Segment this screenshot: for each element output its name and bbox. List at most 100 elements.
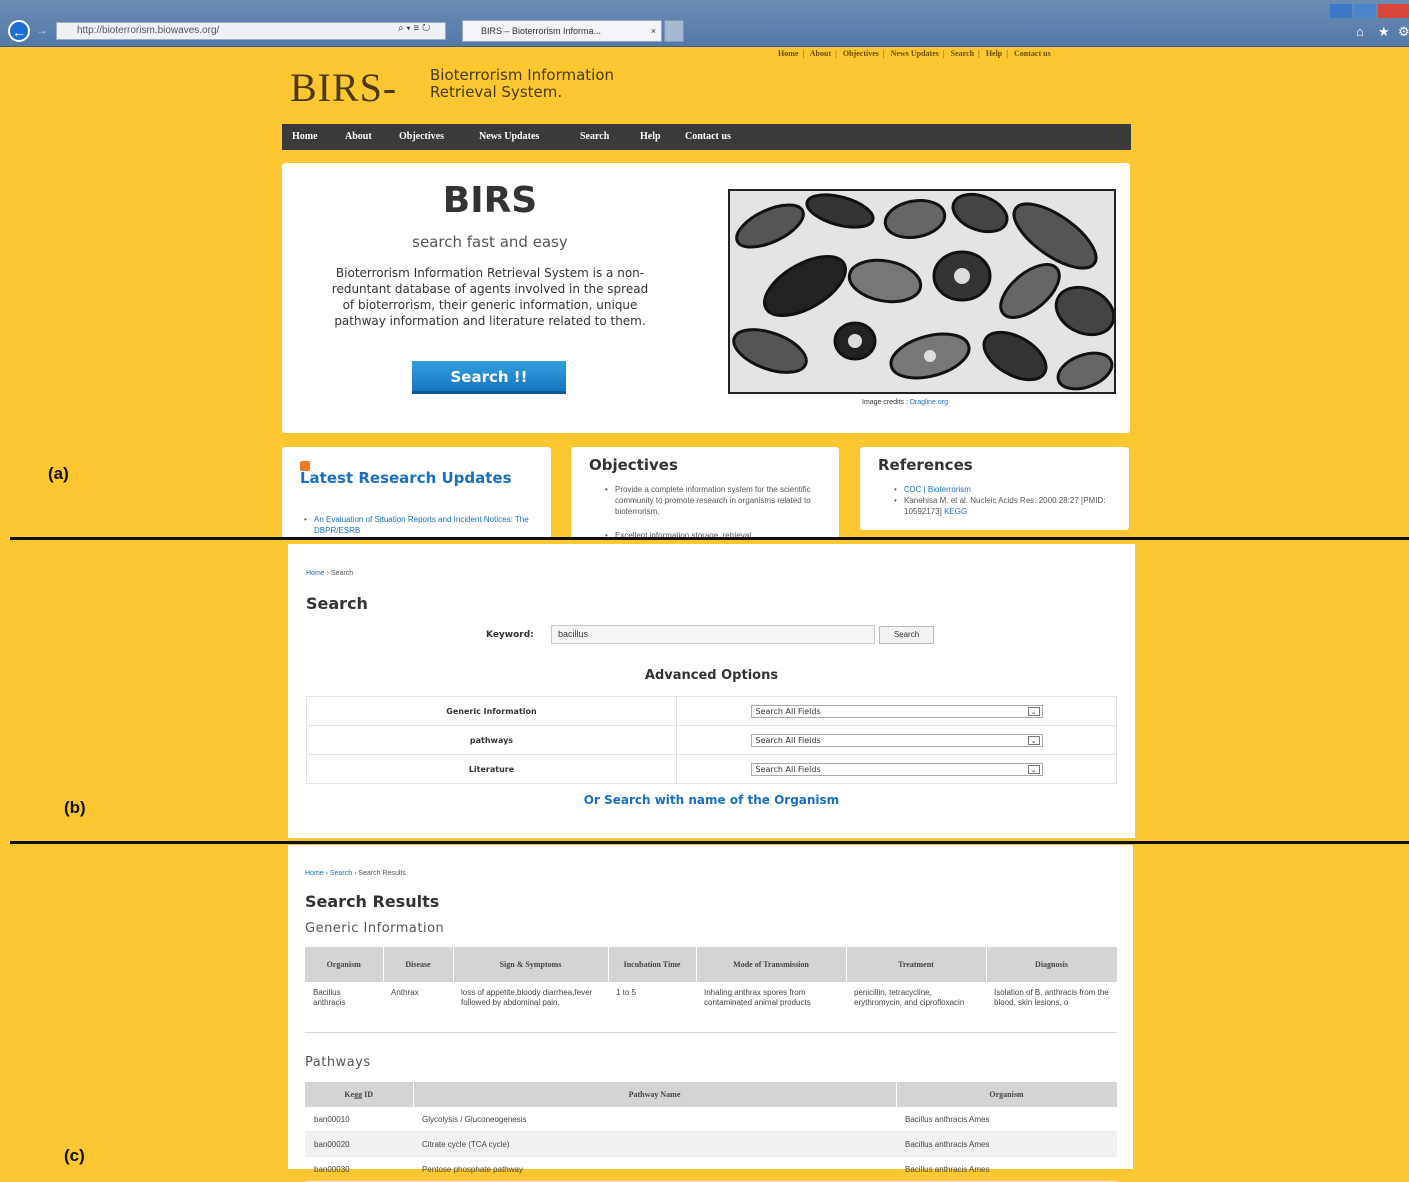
hero-search-button[interactable]: Search !! (412, 361, 566, 394)
breadcrumb-search[interactable]: Search (330, 870, 352, 877)
objectives-title: Objectives (589, 456, 678, 474)
keyword-label: Keyword: (486, 630, 534, 640)
table-cell: ban00030 (305, 1156, 413, 1182)
back-arrow-icon[interactable]: ← (8, 20, 30, 42)
logo-subtitle-line2: Retrieval System. (430, 83, 563, 101)
table-row[interactable]: ban00020 Citrate cycle (TCA cycle) Bacil… (305, 1131, 1117, 1157)
table-cell: Bacillus anthracis Ames (896, 1107, 1117, 1132)
browser-tab[interactable]: BIRS – Bioterrorism Informa... × (462, 20, 662, 42)
new-tab-button[interactable] (664, 20, 684, 42)
maximize-button[interactable] (1354, 4, 1376, 18)
column-header[interactable]: Disease (383, 947, 454, 982)
breadcrumb-home[interactable]: Home (305, 870, 324, 877)
column-header[interactable]: Organism (305, 947, 384, 982)
home-icon[interactable]: ⌂ (1356, 24, 1364, 39)
divider-a-b (10, 537, 1409, 540)
table-header-row: Kegg ID Pathway Name Organism (305, 1082, 1118, 1107)
top-link-home[interactable]: Home (778, 49, 798, 58)
references-card: References • CDC | Bioterrorism • Kanehi… (860, 447, 1129, 530)
organism-search-link[interactable]: Or Search with name of the Organism (288, 793, 1135, 807)
nav-help[interactable]: Help (640, 124, 661, 150)
top-link-news[interactable]: News Updates (891, 49, 939, 58)
column-header[interactable]: Organism (896, 1082, 1118, 1107)
tab-close-icon[interactable]: × (651, 21, 656, 41)
reference-link-cdc[interactable]: CDC | Bioterrorism (904, 485, 971, 494)
address-controls[interactable]: ⌕ ▾ ≡ ↻ (398, 23, 460, 39)
latest-updates-title[interactable]: Latest Research Updates (300, 471, 520, 486)
nav-contact[interactable]: Contact us (685, 124, 731, 150)
address-bar[interactable]: http://bioterrorism.biowaves.org/ (56, 22, 446, 40)
bacteria-micrograph (730, 191, 1114, 392)
nav-news-updates[interactable]: News Updates (479, 124, 539, 150)
column-header[interactable]: Diagnosis (986, 947, 1118, 982)
option-row-literature: Literature Search All Fields ⌄ (306, 754, 1117, 784)
top-link-objectives[interactable]: Objectives (843, 49, 879, 58)
advanced-options-title: Advanced Options (644, 668, 779, 683)
minimize-button[interactable] (1330, 4, 1352, 18)
table-cell: Pentose phosphate pathway (413, 1156, 896, 1182)
top-link-search[interactable]: Search (951, 49, 974, 58)
objectives-item-1: • Provide a complete information system … (605, 485, 811, 516)
reference-item-2: • Kanehisa M. et al. Nucleic Acids Res. … (894, 496, 1106, 516)
breadcrumb: Home › Search › Search Results (305, 870, 406, 877)
pathways-table: Kegg ID Pathway Name Organism ban00010 G… (305, 1082, 1118, 1182)
breadcrumb: Home › Search (306, 570, 354, 577)
search-button[interactable]: Search (879, 626, 934, 644)
page-title: Search Results (305, 892, 440, 911)
top-links: Home | About | Objectives | News Updates | S… (778, 49, 1051, 58)
chevron-down-icon: ⌄ (1027, 764, 1040, 774)
tab-title: BIRS – Bioterrorism Informa... (481, 26, 602, 36)
nav-search[interactable]: Search (580, 124, 609, 150)
chevron-down-icon: ⌄ (1027, 735, 1040, 745)
panel-label-a: (a) (48, 464, 69, 483)
table-row[interactable]: ban00030 Pentose phosphate pathway Bacil… (305, 1156, 1117, 1182)
chevron-down-icon: ⌄ (1027, 706, 1040, 716)
forward-arrow-icon[interactable]: → (36, 23, 50, 37)
table-row[interactable]: ban00010 Glycolysis / Gluconeogenesis Ba… (305, 1107, 1117, 1132)
advanced-options-table: Generic Information Search All Fields ⌄ p… (306, 696, 1117, 784)
column-header[interactable]: Incubation Time (608, 947, 697, 982)
nav-objectives[interactable]: Objectives (399, 124, 444, 150)
generic-info-heading: Generic Information (305, 921, 445, 936)
image-credit-link[interactable]: Dragline.org (910, 399, 948, 406)
nav-home[interactable]: Home (292, 124, 318, 150)
hero-tagline: search fast and easy (412, 233, 568, 251)
table-cell: Glycolysis / Gluconeogenesis (413, 1107, 896, 1132)
hero-description: Bioterrorism Information Retrieval Syste… (331, 266, 649, 328)
main-navbar: Home About Objectives News Updates Searc… (282, 124, 1131, 150)
column-header[interactable]: Sign & Symptoms (453, 947, 609, 982)
option-row-generic: Generic Information Search All Fields ⌄ (306, 696, 1117, 726)
top-link-help[interactable]: Help (986, 49, 1002, 58)
keyword-input[interactable]: bacillus (551, 625, 875, 644)
table-cell: Isolation of B. anthracis from the blood… (986, 982, 1117, 1033)
divider-b-c (10, 841, 1409, 844)
table-cell: loss of appetite,bloody diarrhea,fever f… (453, 982, 608, 1033)
latest-update-link[interactable]: An Evaluation of Situation Reports and I… (314, 515, 529, 535)
reference-link-kegg[interactable]: KEGG (944, 507, 967, 516)
image-credit-label: Image credits : (862, 399, 908, 406)
panel-label-b: (b) (64, 798, 86, 817)
top-link-contact[interactable]: Contact us (1014, 49, 1051, 58)
table-cell: Anthrax (383, 982, 453, 1033)
logo-subtitle-line1: Bioterrorism Information (430, 66, 615, 84)
pathways-heading: Pathways (305, 1055, 371, 1070)
gear-icon[interactable]: ⚙ (1398, 24, 1409, 40)
breadcrumb-home[interactable]: Home (306, 570, 325, 577)
nav-about[interactable]: About (345, 124, 372, 150)
star-icon[interactable]: ★ (1378, 24, 1390, 40)
column-header[interactable]: Kegg ID (305, 1082, 414, 1107)
literature-field-select[interactable]: Search All Fields ⌄ (750, 762, 1043, 776)
top-link-about[interactable]: About (810, 49, 831, 58)
column-header[interactable]: Treatment (846, 947, 987, 982)
table-cell: Inhaling anthrax spores from contaminate… (696, 982, 846, 1033)
column-header[interactable]: Mode of Transmission (696, 947, 847, 982)
option-label: Literature (306, 754, 677, 784)
pathways-field-select[interactable]: Search All Fields ⌄ (750, 733, 1043, 747)
table-cell: Bacillus anthracis (305, 982, 383, 1033)
column-header[interactable]: Pathway Name (413, 1082, 897, 1107)
close-window-button[interactable] (1378, 4, 1409, 18)
image-credit: Image credits : Dragline.org (862, 399, 948, 406)
latest-update-item: • An Evaluation of Situation Reports and… (304, 515, 529, 535)
site-logo[interactable]: BIRS- (290, 64, 397, 111)
generic-field-select[interactable]: Search All Fields ⌄ (750, 704, 1043, 718)
